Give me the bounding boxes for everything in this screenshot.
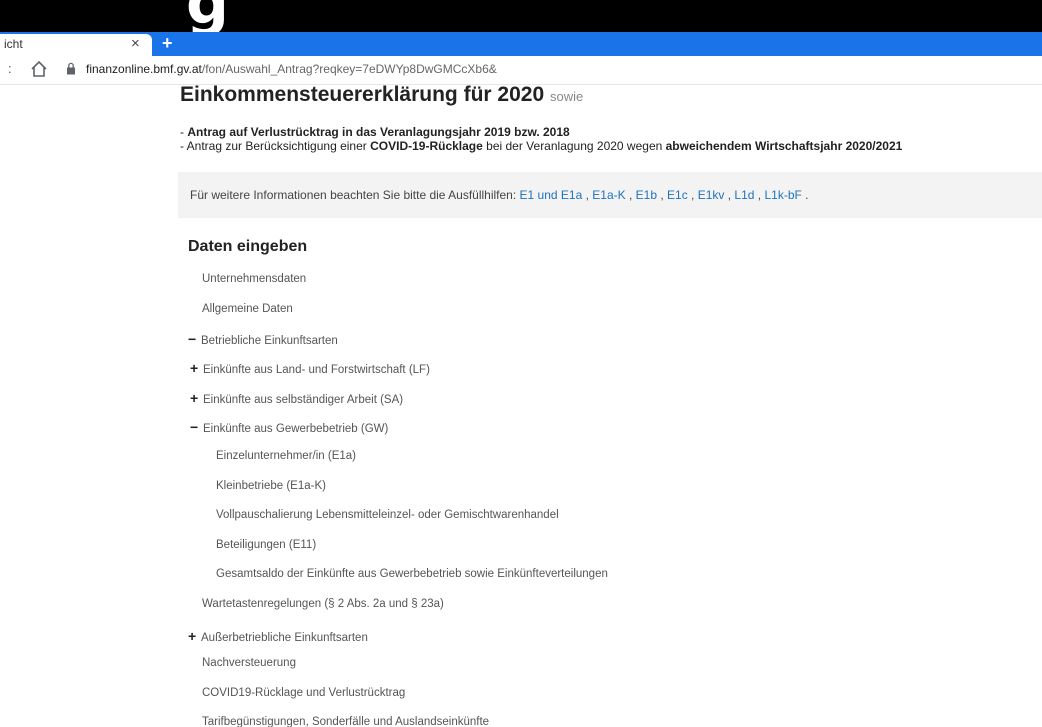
- link-l1d[interactable]: L1d: [734, 188, 754, 202]
- nav-label: Kleinbetriebe (E1a-K): [216, 480, 326, 492]
- nav-label: Einkünfte aus selbständiger Arbeit (SA): [203, 394, 404, 406]
- page-title-suffix: sowie: [549, 89, 584, 104]
- section-title: Daten eingeben: [188, 238, 308, 255]
- address-bar: : finanzonline.bmf.gv.at/fon/Auswahl_Ant…: [0, 56, 1042, 85]
- nav-label: Nachversteuerung: [202, 657, 296, 669]
- nav-label: Gesamtsaldo der Einkünfte aus Gewerbebet…: [216, 568, 608, 580]
- link-e1c[interactable]: E1c: [667, 188, 688, 202]
- tab-strip: icht × +: [0, 32, 1042, 56]
- url-host: finanzonline.bmf.gv.at: [86, 62, 202, 76]
- nav-label: Betriebliche Einkunftsarten: [201, 335, 338, 347]
- nav-item-vollpauschalierung[interactable]: Vollpauschalierung Lebensmitteleinzel- o…: [216, 509, 559, 521]
- link-separator: ,: [687, 188, 698, 202]
- tab-close-icon[interactable]: ×: [131, 35, 140, 52]
- link-e1-e1a[interactable]: E1 und E1a: [520, 188, 583, 202]
- link-separator: ,: [657, 188, 668, 202]
- nav-label: Außerbetriebliche Einkunftsarten: [201, 632, 368, 644]
- info-box: Für weitere Informationen beachten Sie b…: [178, 172, 1042, 218]
- nav-label: Einkünfte aus Land- und Forstwirtschaft …: [203, 364, 430, 376]
- nav-item-covid19-ruecklage[interactable]: COVID19-Rücklage und Verlustrücktrag: [202, 687, 405, 699]
- desc2-bold1: COVID-19-Rücklage: [370, 139, 483, 153]
- link-l1k-bf[interactable]: L1k-bF: [764, 188, 801, 202]
- desc2-bold2: abweichendem Wirtschaftsjahr 2020/2021: [665, 139, 903, 153]
- expand-icon[interactable]: +: [190, 390, 203, 406]
- description-line-2: - Antrag zur Berücksichtigung einer COVI…: [180, 139, 902, 153]
- page-content: Einkommensteuererklärung für 2020 sowie …: [0, 84, 1042, 727]
- nav-item-beteiligungen[interactable]: Beteiligungen (E11): [216, 539, 316, 551]
- page-title: Einkommensteuererklärung für 2020 sowie: [180, 84, 583, 107]
- nav-label: Wartetastenregelungen (§ 2 Abs. 2a und §…: [202, 598, 444, 610]
- nav-item-einkuenfte-sa[interactable]: + Einkünfte aus selbständiger Arbeit (SA): [190, 390, 403, 406]
- nav-label: Unternehmensdaten: [202, 273, 307, 285]
- link-separator: ,: [582, 188, 593, 202]
- link-end: .: [801, 188, 809, 202]
- nav-label: COVID19-Rücklage und Verlustrücktrag: [202, 687, 406, 699]
- nav-item-einkuenfte-gw[interactable]: − Einkünfte aus Gewerbebetrieb (GW): [190, 419, 388, 435]
- url-path: /fon/Auswahl_Antrag?reqkey=7eDWYp8DwGMCc…: [201, 62, 497, 76]
- nav-label: Allgemeine Daten: [202, 303, 293, 315]
- collapse-icon[interactable]: −: [190, 419, 203, 435]
- page-title-text: Einkommensteuererklärung für 2020: [180, 84, 545, 106]
- home-icon[interactable]: [30, 60, 48, 78]
- nav-item-unternehmensdaten[interactable]: Unternehmensdaten: [202, 273, 306, 285]
- link-e1a-k[interactable]: E1a-K: [592, 188, 625, 202]
- description-line-1: - Antrag auf Verlustrücktrag in das Vera…: [180, 125, 570, 139]
- link-e1kv[interactable]: E1kv: [698, 188, 725, 202]
- nav-item-einzelunternehmer[interactable]: Einzelunternehmer/in (E1a): [216, 450, 356, 462]
- nav-item-betriebliche-einkunftsarten[interactable]: − Betriebliche Einkunftsarten: [188, 331, 338, 347]
- cropped-heading-glyph: g: [186, 0, 229, 32]
- info-text: Für weitere Informationen beachten Sie b…: [190, 188, 809, 202]
- nav-item-einkuenfte-lf[interactable]: + Einkünfte aus Land- und Forstwirtschaft…: [190, 360, 430, 376]
- nav-item-tarifbeguenstigungen[interactable]: Tarifbegünstigungen, Sonderfälle und Aus…: [202, 716, 489, 727]
- nav-item-nachversteuerung[interactable]: Nachversteuerung: [202, 657, 296, 669]
- url-field[interactable]: finanzonline.bmf.gv.at/fon/Auswahl_Antra…: [86, 62, 497, 76]
- desc1-bold: Antrag auf Verlustrücktrag in das Veranl…: [187, 125, 570, 139]
- collapse-icon[interactable]: −: [188, 331, 201, 347]
- desc2-part1: - Antrag zur Berücksichtigung einer: [180, 139, 371, 153]
- lock-icon: [67, 62, 75, 75]
- link-separator: ,: [754, 188, 765, 202]
- link-separator: ,: [625, 188, 636, 202]
- new-tab-button[interactable]: +: [162, 33, 173, 54]
- expand-icon[interactable]: +: [190, 360, 203, 376]
- nav-item-wartetastenregelungen[interactable]: Wartetastenregelungen (§ 2 Abs. 2a und §…: [202, 598, 444, 610]
- link-e1b[interactable]: E1b: [636, 188, 657, 202]
- nav-item-gesamtsaldo[interactable]: Gesamtsaldo der Einkünfte aus Gewerbebet…: [216, 568, 608, 580]
- nav-item-kleinbetriebe[interactable]: Kleinbetriebe (E1a-K): [216, 480, 326, 492]
- nav-label: Vollpauschalierung Lebensmitteleinzel- o…: [216, 509, 559, 521]
- link-separator: ,: [724, 188, 735, 202]
- browser-tab[interactable]: icht ×: [0, 34, 152, 56]
- nav-label: Einkünfte aus Gewerbebetrieb (GW): [203, 423, 389, 435]
- nav-label: Beteiligungen (E11): [216, 539, 317, 551]
- expand-icon[interactable]: +: [188, 628, 201, 644]
- nav-label: Einzelunternehmer/in (E1a): [216, 450, 356, 462]
- nav-label: Tarifbegünstigungen, Sonderfälle und Aus…: [202, 716, 490, 727]
- nav-item-ausserbetriebliche-einkunftsarten[interactable]: + Außerbetriebliche Einkunftsarten: [188, 628, 368, 644]
- info-text-lead: Für weitere Informationen beachten Sie b…: [190, 188, 520, 202]
- desc2-part2: bei der Veranlagung 2020 wegen: [482, 139, 666, 153]
- nav-forward-button[interactable]: :: [8, 61, 12, 76]
- nav-item-allgemeine-daten[interactable]: Allgemeine Daten: [202, 303, 293, 315]
- tab-title: icht: [4, 37, 23, 51]
- top-black-bar: g: [0, 0, 1042, 32]
